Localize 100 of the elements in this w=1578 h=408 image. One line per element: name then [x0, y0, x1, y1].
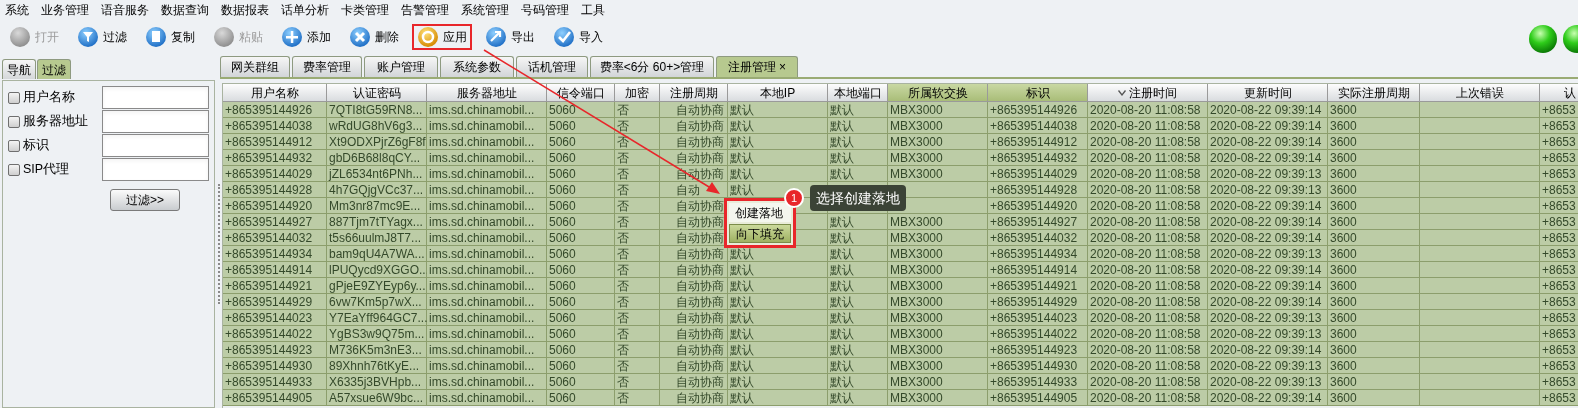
table-cell: 5060	[547, 294, 615, 310]
table-cell: +865395144905	[988, 390, 1088, 406]
toolbar-button[interactable]: 过滤	[72, 24, 132, 50]
table-cell: +8653	[1540, 166, 1578, 182]
menu-item[interactable]: 话单分析	[280, 1, 330, 19]
toolbar-button[interactable]: 复制	[140, 24, 200, 50]
column-header[interactable]: 更新时间	[1208, 84, 1328, 102]
table-cell: 2020-08-22 09:39:14	[1208, 102, 1328, 118]
toolbar-button[interactable]: 添加	[276, 24, 336, 50]
menu-item[interactable]: 向下填充	[729, 224, 791, 243]
column-header[interactable]: 认证密码	[327, 84, 427, 102]
menu-item[interactable]: 数据报表	[220, 1, 270, 19]
tab[interactable]: 账户管理	[364, 56, 438, 77]
column-header[interactable]: 加密	[615, 84, 660, 102]
table-cell: MBX3000	[888, 278, 988, 294]
table-cell: +8653	[1540, 294, 1578, 310]
table-cell: ims.sd.chinamobil...	[427, 374, 547, 390]
table-cell: +8653	[1540, 214, 1578, 230]
column-header[interactable]: 注册时间	[1088, 84, 1208, 102]
menu-item[interactable]: 卡类管理	[340, 1, 390, 19]
menu-item[interactable]: 号码管理	[520, 1, 570, 19]
table-cell: +8653	[1540, 278, 1578, 294]
table-cell: 3600	[1328, 294, 1420, 310]
column-header[interactable]: 信令端口	[547, 84, 615, 102]
menu-item[interactable]: 语音服务	[100, 1, 150, 19]
toolbar-button[interactable]: 导入	[548, 24, 608, 50]
table-cell: 否	[615, 246, 660, 262]
column-header[interactable]: 所属软交换	[888, 84, 988, 102]
table-cell: MBX3000	[888, 358, 988, 374]
table-cell: 默认	[728, 374, 828, 390]
menu-item[interactable]: 创建落地	[729, 203, 791, 222]
table-cell: 5060	[547, 246, 615, 262]
tooltip: 选择创建落地	[810, 185, 906, 211]
table-cell: 2020-08-22 09:39:14	[1208, 198, 1328, 214]
table-cell: 2020-08-20 11:08:58	[1088, 390, 1208, 406]
table-cell: 2020-08-22 09:39:13	[1208, 374, 1328, 390]
table-cell: 否	[615, 342, 660, 358]
menu-item[interactable]: 数据查询	[160, 1, 210, 19]
table-cell: 默认	[828, 246, 888, 262]
column-header[interactable]: 实际注册周期	[1328, 84, 1420, 102]
column-header[interactable]: 本地端口	[828, 84, 888, 102]
table-cell: +865395144912	[988, 134, 1088, 150]
table-cell: gPjeE9ZYEyp6y...	[327, 278, 427, 294]
menu-item[interactable]: 工具	[580, 1, 606, 19]
table-cell: 否	[615, 118, 660, 134]
column-header[interactable]: 注册周期	[660, 84, 728, 102]
menu-item[interactable]: 业务管理	[40, 1, 90, 19]
table-cell: MBX3000	[888, 294, 988, 310]
column-header[interactable]: 标识	[988, 84, 1088, 102]
table-cell: +865395144929	[988, 294, 1088, 310]
table-cell: 2020-08-20 11:08:58	[1088, 230, 1208, 246]
tab[interactable]: 系统参数	[440, 56, 514, 77]
menu-item[interactable]: 系统管理	[460, 1, 510, 19]
panel-tab[interactable]: 导航	[2, 59, 36, 79]
table-cell: ims.sd.chinamobil...	[427, 198, 547, 214]
table-cell: 默认	[828, 374, 888, 390]
table-cell: 默认	[828, 262, 888, 278]
table-cell: ims.sd.chinamobil...	[427, 182, 547, 198]
tab[interactable]: 网关群组	[220, 56, 290, 77]
menu-item[interactable]: 系统	[4, 1, 30, 19]
table-cell: 2020-08-20 11:08:58	[1088, 358, 1208, 374]
table-cell: gbD6B68l8qCY...	[327, 150, 427, 166]
tab[interactable]: 费率<6分 60+>管理	[590, 56, 714, 77]
toolbar-button[interactable]: 应用	[412, 24, 472, 50]
table-cell: +865395144038	[988, 118, 1088, 134]
column-header[interactable]: 用户名称	[223, 84, 327, 102]
toolbar-button[interactable]: 删除	[344, 24, 404, 50]
table-cell: 自动协商	[660, 390, 728, 406]
column-header[interactable]: 本地IP	[728, 84, 828, 102]
table-cell: 自动协商	[660, 134, 728, 150]
panel-tab[interactable]: 过滤	[37, 59, 71, 79]
filter-button[interactable]: 过滤>>	[110, 189, 180, 211]
table-cell: 2020-08-22 09:39:13	[1208, 166, 1328, 182]
tab[interactable]: 话机管理	[516, 56, 588, 77]
table-cell: 自动协商	[660, 294, 728, 310]
tab[interactable]: 注册管理 ×	[716, 56, 798, 77]
table-cell: MBX3000	[888, 246, 988, 262]
table-cell: 默认	[728, 294, 828, 310]
table-cell: wRdUG8hV6g3...	[327, 118, 427, 134]
column-header[interactable]: 服务器地址	[427, 84, 547, 102]
table-cell: 默认	[728, 150, 828, 166]
menu-item[interactable]: 告警管理	[400, 1, 450, 19]
table-cell: 自动协商	[660, 358, 728, 374]
close-icon[interactable]: ×	[779, 61, 786, 73]
table-cell: +865395144928	[988, 182, 1088, 198]
table-cell: ims.sd.chinamobil...	[427, 102, 547, 118]
tab[interactable]: 费率管理	[292, 56, 362, 77]
table-cell: 默认	[828, 230, 888, 246]
toolbar-button[interactable]: 导出	[480, 24, 540, 50]
column-header[interactable]: 上次错误	[1420, 84, 1540, 102]
table-cell: 默认	[828, 134, 888, 150]
table-cell: X6335j3BVHpb...	[327, 374, 427, 390]
table-cell: 3600	[1328, 358, 1420, 374]
table-cell: ims.sd.chinamobil...	[427, 294, 547, 310]
table-cell: ims.sd.chinamobil...	[427, 358, 547, 374]
table-cell: 否	[615, 310, 660, 326]
column-header[interactable]: 认	[1540, 84, 1578, 102]
table-cell: A57xsue6W9bc...	[327, 390, 427, 406]
table-cell: 自动协商	[660, 102, 728, 118]
table-cell: 3600	[1328, 342, 1420, 358]
